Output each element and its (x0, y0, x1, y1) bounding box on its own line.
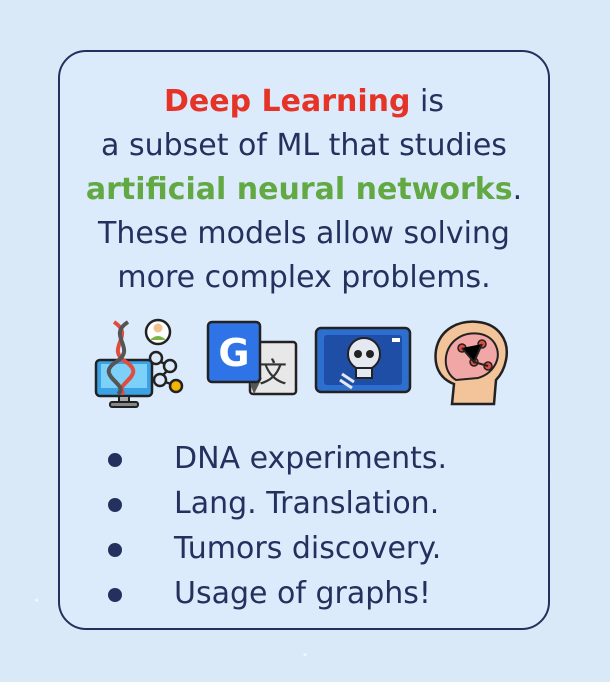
bullet-dot (108, 453, 122, 467)
list-item: Lang. Translation. (104, 481, 447, 526)
intro-line-3-rest: . (512, 172, 523, 207)
intro-line-1-rest: is (410, 84, 444, 119)
dna-computer-icon (92, 318, 192, 410)
list-item: DNA experiments. (104, 436, 447, 481)
list-item: Usage of graphs! (104, 571, 447, 616)
neural-networks-highlight: artificial neural networks (85, 172, 513, 207)
bullet-list: DNA experiments. Lang. Translation. Tumo… (104, 436, 447, 616)
intro-line-4: These models allow solving (98, 216, 510, 251)
deep-learning-highlight: Deep Learning (163, 84, 411, 119)
intro-text: Deep Learning is a subset of ML that stu… (60, 80, 548, 300)
brain-network-head-icon (422, 318, 522, 410)
svg-text:文: 文 (259, 356, 287, 389)
intro-line-5: more complex problems. (117, 260, 491, 295)
google-translate-icon: 文 G (204, 318, 304, 410)
xray-skull-icon (314, 318, 414, 410)
svg-text:G: G (218, 331, 249, 375)
intro-line-1: Deep Learning is (60, 80, 548, 124)
intro-line-2: a subset of ML that studies (101, 128, 507, 163)
intro-line-3: artificial neural networks. (60, 168, 548, 212)
icon-row: 文 G (92, 318, 522, 408)
bullet-dot (108, 498, 122, 512)
list-item-text: DNA experiments. (174, 441, 448, 476)
bullet-dot (108, 588, 122, 602)
list-item-text: Tumors discovery. (174, 531, 442, 566)
bullet-dot (108, 543, 122, 557)
info-card: Deep Learning is a subset of ML that stu… (58, 50, 550, 630)
list-item-text: Lang. Translation. (174, 486, 440, 521)
list-item-text: Usage of graphs! (174, 576, 431, 611)
list-item: Tumors discovery. (104, 526, 447, 571)
